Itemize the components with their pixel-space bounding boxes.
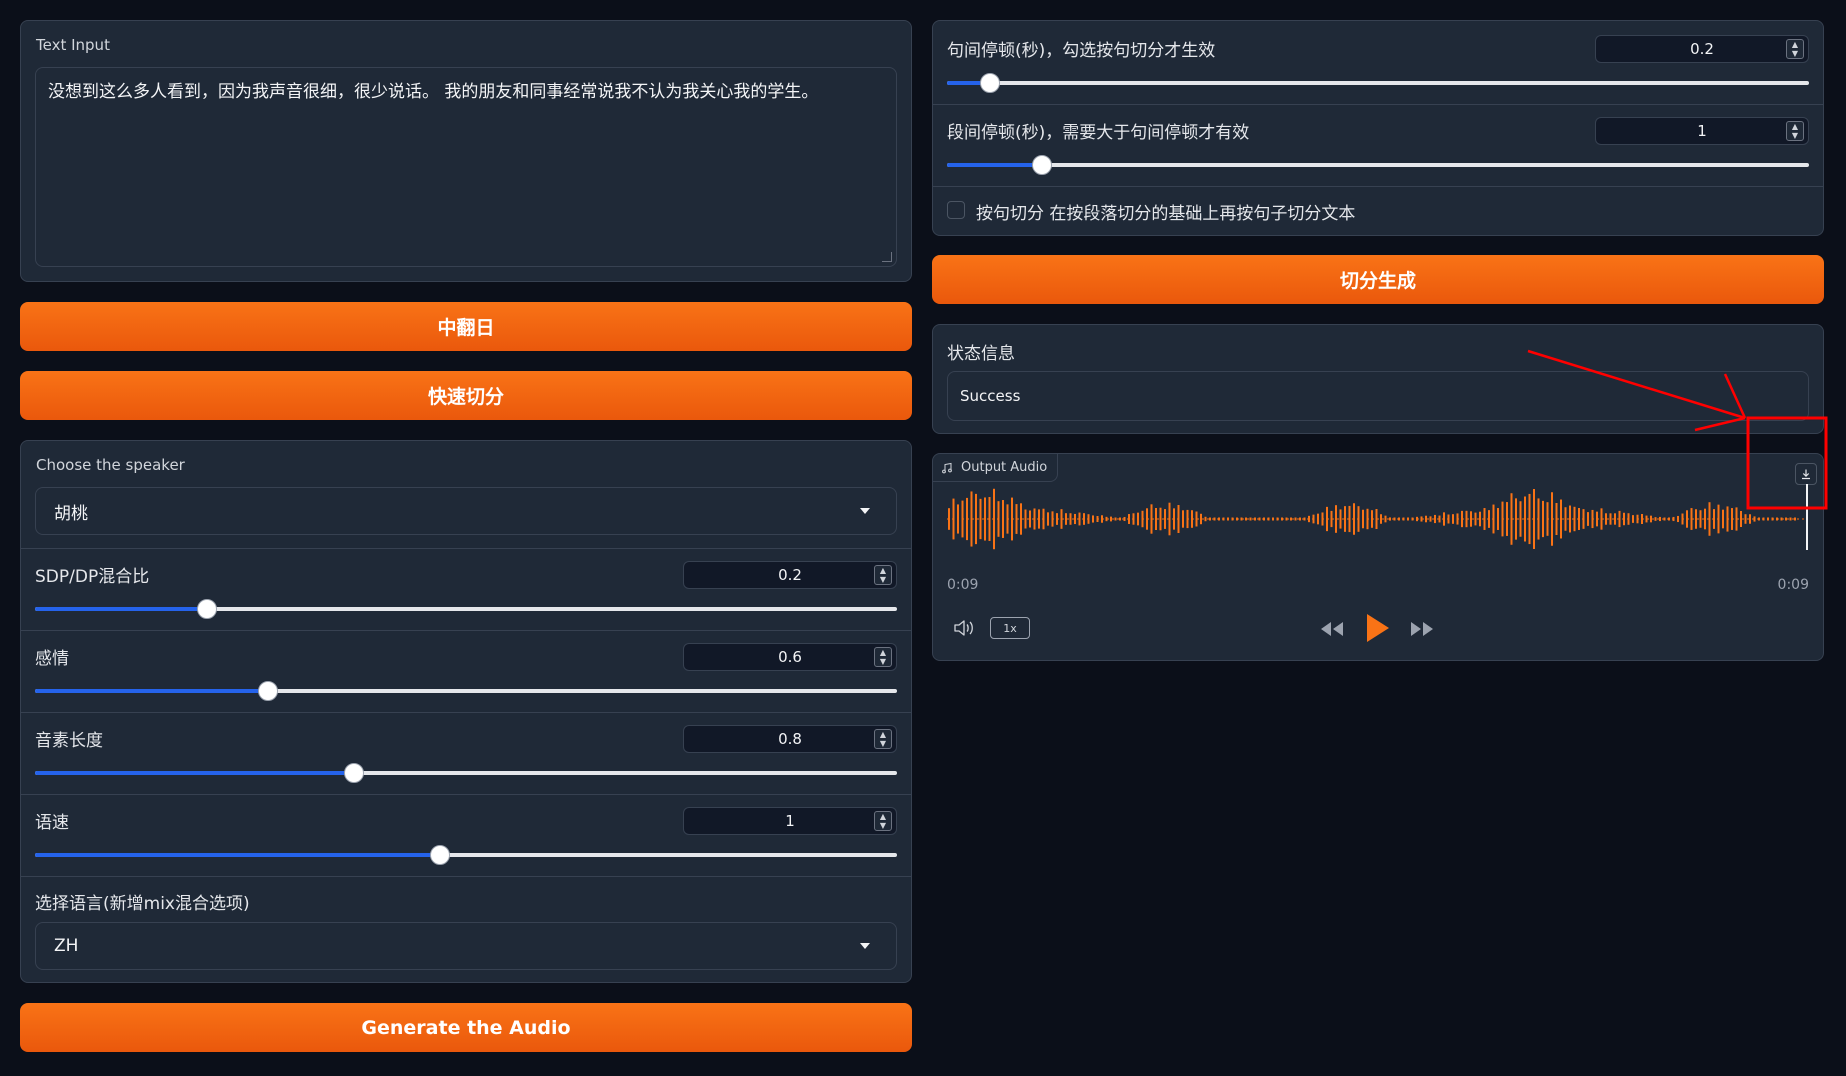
language-value: ZH (54, 936, 79, 956)
sentence-split-label: 按句切分 在按段落切分的基础上再按句子切分文本 (976, 204, 1356, 224)
slider-thumb[interactable] (197, 599, 218, 619)
status-label: 状态信息 (947, 344, 1015, 364)
status-field[interactable]: Success (947, 371, 1809, 421)
speaker-value: 胡桃 (54, 503, 88, 524)
slider-thumb[interactable] (343, 763, 364, 783)
sentence-pause-label: 句间停顿(秒)，勾选按句切分才生效 (947, 41, 1216, 61)
play-icon[interactable] (1363, 611, 1393, 645)
generate-audio-button[interactable]: Generate the Audio (20, 1003, 912, 1052)
paragraph-pause-label: 段间停顿(秒)，需要大于句间停顿才有效 (947, 123, 1250, 143)
sentence-pause-slider[interactable] (947, 73, 1809, 93)
settings-panel: Choose the speaker 胡桃 SDP/DP混合比 0.2 ▲ ▼ 感… (20, 440, 912, 983)
slider-thumb[interactable] (257, 681, 278, 701)
stepper-icon[interactable]: ▲ ▼ (874, 565, 892, 585)
volume-icon[interactable] (951, 616, 977, 640)
stepper-icon[interactable]: ▲ ▼ (1786, 39, 1804, 59)
divider (21, 876, 911, 877)
output-audio-label: Output Audio (961, 460, 1048, 475)
playback-speed-value: 1x (1003, 621, 1017, 635)
sentence-pause-input[interactable]: 0.2 ▲ ▼ (1595, 35, 1809, 63)
quick-split-button[interactable]: 快速切分 (20, 371, 912, 420)
language-label: 选择语言(新增mix混合选项) (35, 894, 250, 914)
output-audio-panel: Output Audio 0:09 0:09 1x (932, 453, 1824, 661)
total-time: 0:09 (1777, 577, 1809, 593)
sentence-pause-value: 0.2 (1690, 40, 1714, 58)
forward-icon[interactable] (1407, 618, 1437, 640)
slider-fill (35, 853, 441, 857)
split-settings-panel: 句间停顿(秒)，勾选按句切分才生效 0.2 ▲ ▼ 段间停顿(秒)，需要大于句间停… (932, 20, 1824, 236)
speaker-select[interactable]: 胡桃 (35, 487, 897, 535)
slider-thumb[interactable] (980, 73, 1001, 93)
slider-thumb[interactable] (1031, 155, 1052, 175)
speed-label: 语速 (35, 813, 69, 833)
paragraph-pause-slider[interactable] (947, 155, 1809, 175)
chevron-down-icon (860, 943, 870, 949)
divider (21, 712, 911, 713)
output-audio-tag: Output Audio (933, 454, 1059, 482)
current-time: 0:09 (947, 577, 979, 593)
text-input-field[interactable]: 没想到这么多人看到，因为我声音很细，很少说话。 我的朋友和同事经常说我不认为我关… (35, 67, 897, 267)
speaker-label: Choose the speaker (36, 456, 185, 474)
speed-input[interactable]: 1 ▲ ▼ (683, 807, 897, 835)
divider (21, 794, 911, 795)
text-input-label: Text Input (36, 36, 110, 54)
split-generate-button[interactable]: 切分生成 (932, 255, 1824, 304)
sdp-dp-ratio-value: 0.2 (778, 566, 802, 584)
emotion-slider[interactable] (35, 681, 897, 701)
chevron-down-icon (860, 508, 870, 514)
phoneme-length-label: 音素长度 (35, 731, 103, 751)
stepper-icon[interactable]: ▲ ▼ (874, 647, 892, 667)
slider-fill (35, 771, 354, 775)
divider (933, 186, 1823, 187)
resize-handle-icon[interactable] (882, 252, 892, 262)
text-input-value: 没想到这么多人看到，因为我声音很细，很少说话。 我的朋友和同事经常说我不认为我关… (48, 82, 819, 102)
phoneme-length-input[interactable]: 0.8 ▲ ▼ (683, 725, 897, 753)
stepper-icon[interactable]: ▲ ▼ (874, 811, 892, 831)
rewind-icon[interactable] (1317, 618, 1347, 640)
divider (21, 630, 911, 631)
music-icon (941, 462, 953, 474)
translate-button[interactable]: 中翻日 (20, 302, 912, 351)
emotion-input[interactable]: 0.6 ▲ ▼ (683, 643, 897, 671)
phoneme-length-slider[interactable] (35, 763, 897, 783)
stepper-icon[interactable]: ▲ ▼ (874, 729, 892, 749)
text-input-panel: Text Input 没想到这么多人看到，因为我声音很细，很少说话。 我的朋友和… (20, 20, 912, 282)
download-icon[interactable] (1795, 463, 1817, 485)
waveform[interactable] (947, 484, 1809, 554)
speed-slider[interactable] (35, 845, 897, 865)
paragraph-pause-value: 1 (1697, 122, 1707, 140)
paragraph-pause-input[interactable]: 1 ▲ ▼ (1595, 117, 1809, 145)
sdp-dp-ratio-slider[interactable] (35, 599, 897, 619)
language-select[interactable]: ZH (35, 922, 897, 970)
slider-fill (947, 163, 1042, 167)
status-value: Success (960, 387, 1021, 405)
status-panel: 状态信息 Success (932, 324, 1824, 434)
phoneme-length-value: 0.8 (778, 730, 802, 748)
slider-fill (35, 607, 208, 611)
slider-fill (35, 689, 268, 693)
playback-speed-button[interactable]: 1x (990, 617, 1030, 639)
sdp-dp-ratio-input[interactable]: 0.2 ▲ ▼ (683, 561, 897, 589)
slider-thumb[interactable] (430, 845, 451, 865)
stepper-icon[interactable]: ▲ ▼ (1786, 121, 1804, 141)
divider (933, 104, 1823, 105)
speed-value: 1 (785, 812, 795, 830)
sentence-split-checkbox[interactable] (947, 201, 965, 219)
emotion-label: 感情 (35, 649, 69, 669)
divider (21, 548, 911, 549)
emotion-value: 0.6 (778, 648, 802, 666)
sdp-dp-ratio-label: SDP/DP混合比 (35, 567, 150, 587)
